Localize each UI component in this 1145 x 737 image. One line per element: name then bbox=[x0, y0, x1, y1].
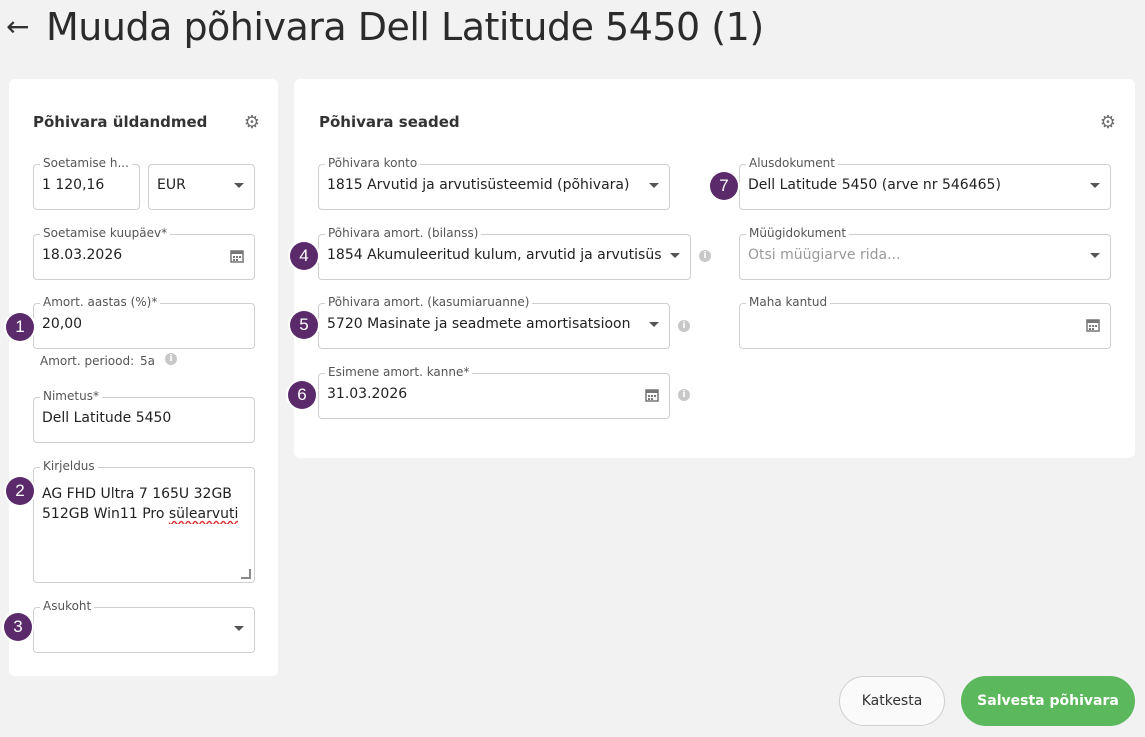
sales-document-select[interactable]: Müügidokument Otsi müügiarve rida... bbox=[739, 226, 1111, 280]
depreciation-period-value: 5a bbox=[140, 354, 155, 368]
first-entry-value: 31.03.2026 bbox=[327, 386, 408, 402]
annotation-badge-1: 1 bbox=[6, 313, 34, 341]
currency-select[interactable]: EUR bbox=[148, 164, 255, 210]
chevron-down-icon bbox=[1090, 183, 1100, 188]
written-off-date-field[interactable]: Maha kantud bbox=[739, 295, 1111, 349]
gear-icon[interactable]: ⚙ bbox=[1099, 114, 1117, 132]
first-entry-label: Esimene amort. kanne* bbox=[325, 365, 473, 379]
gear-icon[interactable]: ⚙ bbox=[243, 114, 261, 132]
annotation-badge-5: 5 bbox=[290, 311, 318, 339]
save-button[interactable]: Salvesta põhivara bbox=[961, 676, 1135, 726]
depreciation-period-label: Amort. periood: bbox=[40, 354, 135, 368]
description-field[interactable]: Kirjeldus AG FHD Ultra 7 165U 32GB 512GB… bbox=[33, 459, 255, 583]
asset-account-label: Põhivara konto bbox=[325, 156, 421, 170]
acquisition-cost-value: 1 120,16 bbox=[42, 177, 105, 193]
base-document-select[interactable]: Alusdokument Dell Latitude 5450 (arve nr… bbox=[739, 156, 1111, 210]
info-icon[interactable]: i bbox=[678, 320, 690, 332]
calendar-icon[interactable] bbox=[1086, 318, 1100, 332]
calendar-icon[interactable] bbox=[645, 388, 659, 402]
depreciation-rate-label: Amort. aastas (%)* bbox=[40, 295, 161, 309]
acquisition-cost-label: Soetamise h... bbox=[40, 156, 132, 170]
depreciation-rate-value: 20,00 bbox=[42, 316, 83, 332]
acquisition-date-value: 18.03.2026 bbox=[42, 247, 123, 263]
general-info-title: Põhivara üldandmed bbox=[33, 113, 208, 131]
asset-account-value: 1815 Arvutid ja arvutisüsteemid (põhivar… bbox=[327, 177, 630, 193]
resize-handle-icon[interactable] bbox=[241, 569, 251, 579]
acquisition-date-label: Soetamise kuupäev* bbox=[40, 226, 171, 240]
annotation-badge-2: 2 bbox=[6, 477, 34, 505]
annotation-badge-6: 6 bbox=[288, 381, 316, 409]
chevron-down-icon bbox=[670, 253, 680, 258]
chevron-down-icon bbox=[649, 322, 659, 327]
info-icon[interactable]: i bbox=[165, 353, 177, 365]
page-title: Muuda põhivara Dell Latitude 5450 (1) bbox=[46, 5, 764, 49]
depr-balance-value: 1854 Akumuleeritud kulum, arvutid ja arv… bbox=[327, 247, 662, 263]
description-line-2b: sülearvuti bbox=[168, 506, 239, 522]
annotation-badge-4: 4 bbox=[290, 242, 318, 270]
description-line-1: AG FHD Ultra 7 165U 32GB bbox=[42, 486, 232, 502]
calendar-icon[interactable] bbox=[230, 249, 244, 263]
base-document-label: Alusdokument bbox=[746, 156, 838, 170]
annotation-badge-7: 7 bbox=[710, 172, 738, 200]
location-select[interactable]: Asukoht bbox=[33, 599, 255, 653]
name-field[interactable]: Nimetus* Dell Latitude 5450 bbox=[33, 389, 255, 443]
depr-income-value: 5720 Masinate ja seadmete amortisatsioon bbox=[327, 316, 631, 332]
name-value: Dell Latitude 5450 bbox=[42, 410, 172, 426]
written-off-label: Maha kantud bbox=[746, 295, 831, 309]
name-label: Nimetus* bbox=[40, 389, 102, 403]
depr-balance-label: Põhivara amort. (bilanss) bbox=[325, 226, 482, 240]
location-label: Asukoht bbox=[40, 599, 95, 613]
description-label: Kirjeldus bbox=[40, 459, 98, 473]
first-entry-date-field[interactable]: Esimene amort. kanne* 31.03.2026 bbox=[318, 365, 670, 419]
acquisition-date-field[interactable]: Soetamise kuupäev* 18.03.2026 bbox=[33, 226, 255, 280]
currency-value: EUR bbox=[157, 177, 186, 193]
description-line-2a: 512GB Win11 Pro bbox=[42, 506, 169, 522]
description-value: AG FHD Ultra 7 165U 32GB 512GB Win11 Pro… bbox=[42, 484, 238, 524]
sales-document-label: Müügidokument bbox=[746, 226, 850, 240]
chevron-down-icon bbox=[234, 183, 244, 188]
info-icon[interactable]: i bbox=[699, 250, 711, 262]
depreciation-rate-field[interactable]: Amort. aastas (%)* 20,00 bbox=[33, 295, 255, 349]
settings-card: Põhivara seaded ⚙ Põhivara konto 1815 Ar… bbox=[294, 79, 1135, 458]
settings-title: Põhivara seaded bbox=[319, 113, 460, 131]
general-info-card: Põhivara üldandmed ⚙ Soetamise h... 1 12… bbox=[9, 79, 278, 676]
depr-income-select[interactable]: Põhivara amort. (kasumiaruanne) 5720 Mas… bbox=[318, 295, 670, 349]
arrow-left-icon[interactable]: ← bbox=[6, 10, 29, 43]
info-icon[interactable]: i bbox=[678, 389, 690, 401]
chevron-down-icon bbox=[649, 183, 659, 188]
annotation-badge-3: 3 bbox=[4, 613, 32, 641]
base-document-value: Dell Latitude 5450 (arve nr 546465) bbox=[748, 177, 1001, 193]
page-header: ← Muuda põhivara Dell Latitude 5450 (1) bbox=[0, 0, 1145, 64]
chevron-down-icon bbox=[234, 626, 244, 631]
acquisition-cost-field[interactable]: Soetamise h... 1 120,16 bbox=[33, 156, 140, 210]
depr-balance-select[interactable]: Põhivara amort. (bilanss) 1854 Akumuleer… bbox=[318, 226, 691, 280]
depr-income-label: Põhivara amort. (kasumiaruanne) bbox=[325, 295, 533, 309]
asset-account-select[interactable]: Põhivara konto 1815 Arvutid ja arvutisüs… bbox=[318, 156, 670, 210]
sales-document-placeholder: Otsi müügiarve rida... bbox=[748, 247, 901, 263]
chevron-down-icon bbox=[1090, 253, 1100, 258]
cancel-button[interactable]: Katkesta bbox=[839, 676, 945, 726]
